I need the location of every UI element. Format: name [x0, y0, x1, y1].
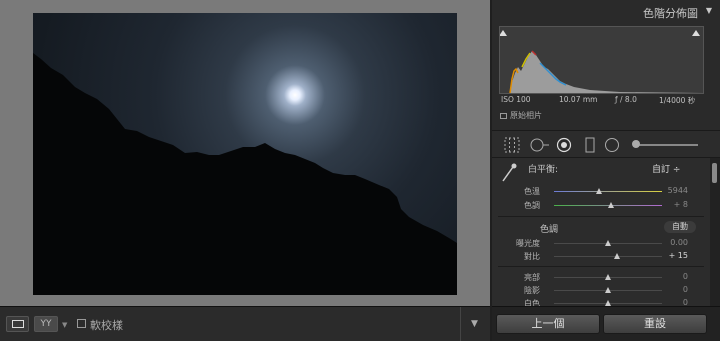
- eyedropper-icon[interactable]: [501, 163, 517, 183]
- white-balance-select[interactable]: 自訂 ÷: [652, 162, 680, 175]
- slider-knob[interactable]: [605, 240, 611, 246]
- previous-button[interactable]: 上一個: [496, 314, 600, 334]
- tint-slider-row[interactable]: 色調 + 8: [492, 200, 710, 211]
- develop-window: YY ▼ 軟校樣 ▼ 色階分佈圖 ▼ ISO 100 10.07 mm ƒ / …: [0, 0, 720, 341]
- slider-knob[interactable]: [613, 253, 620, 259]
- slider-knob[interactable]: [608, 202, 615, 208]
- histogram-title: 色階分佈圖: [643, 7, 698, 20]
- slider-value[interactable]: + 15: [669, 251, 688, 260]
- viewer-toolbar: YY ▼ 軟校樣 ▼: [0, 306, 490, 341]
- slider-label: 陰影: [524, 286, 540, 295]
- slider-label: 亮部: [524, 273, 540, 282]
- aperture-value: ƒ / 8.0: [615, 95, 637, 104]
- slider-label: 對比: [524, 252, 540, 261]
- divider: [498, 266, 704, 267]
- original-photo-label: 原始相片: [510, 111, 542, 120]
- mountain-silhouette: [33, 53, 457, 295]
- soft-proof-checkbox[interactable]: [77, 319, 86, 328]
- spot-removal-icon[interactable]: [530, 137, 550, 153]
- tool-strip: [492, 130, 720, 158]
- contrast-track[interactable]: [554, 256, 662, 257]
- crop-grid-icon[interactable]: [504, 137, 520, 153]
- slider-value[interactable]: 0: [683, 298, 688, 306]
- red-eye-icon[interactable]: [556, 137, 572, 153]
- brush-knob[interactable]: [632, 140, 640, 148]
- triangle-down-icon: ▼: [705, 6, 712, 15]
- slider-value[interactable]: 0: [683, 285, 688, 294]
- photo-viewer: [0, 0, 490, 306]
- temp-slider-row[interactable]: 色溫 5944: [492, 186, 710, 197]
- highlights-slider-row[interactable]: 亮部 0: [492, 272, 710, 283]
- radial-filter-icon[interactable]: [604, 137, 620, 153]
- histogram-chart[interactable]: [499, 26, 704, 94]
- histogram-info: ISO 100 10.07 mm ƒ / 8.0 1/4000 秒: [499, 95, 704, 106]
- exposure-slider-row[interactable]: 曝光度 0.00: [492, 238, 710, 249]
- rectangle-icon: [12, 320, 24, 328]
- toolbar-menu[interactable]: ▼: [460, 307, 490, 341]
- chevron-down-icon[interactable]: ▼: [62, 321, 67, 329]
- original-photo-toggle[interactable]: 原始相片: [500, 110, 542, 121]
- checkbox-icon: [500, 112, 507, 119]
- tone-label: 色調: [540, 225, 559, 235]
- slider-value[interactable]: 0: [683, 272, 688, 281]
- loupe-view-button[interactable]: [6, 316, 29, 332]
- soft-proof-label: 軟校樣: [90, 319, 123, 332]
- temp-track[interactable]: [554, 191, 662, 192]
- brush-slider[interactable]: [638, 144, 698, 146]
- slider-value[interactable]: + 8: [674, 200, 688, 209]
- contrast-slider-row[interactable]: 對比 + 15: [492, 251, 710, 262]
- histogram-header[interactable]: 色階分佈圖 ▼: [492, 0, 720, 24]
- chevron-down-icon: ▼: [471, 319, 478, 329]
- iso-value: ISO 100: [501, 95, 531, 104]
- graduated-filter-icon[interactable]: [582, 137, 598, 153]
- photo-canvas[interactable]: [33, 13, 457, 295]
- right-panel: 色階分佈圖 ▼ ISO 100 10.07 mm ƒ / 8.0 1/4000 …: [492, 0, 720, 341]
- scrollbar-thumb[interactable]: [712, 163, 717, 183]
- auto-tone-button[interactable]: 自動: [664, 221, 696, 233]
- slider-value[interactable]: 5944: [668, 186, 688, 195]
- reset-button[interactable]: 重設: [603, 314, 707, 334]
- slider-label: 白色: [524, 299, 540, 306]
- whites-slider-row[interactable]: 白色 0: [492, 298, 710, 306]
- histogram-graph: [499, 30, 703, 94]
- slider-label: 曝光度: [516, 239, 540, 248]
- shadows-slider-row[interactable]: 陰影 0: [492, 285, 710, 296]
- panel-bottom-bar: 上一個 重設: [492, 306, 720, 341]
- slider-value[interactable]: 0.00: [670, 238, 688, 247]
- slider-knob[interactable]: [605, 287, 611, 293]
- slider-label: 色溫: [524, 187, 540, 196]
- divider: [498, 216, 704, 217]
- slider-knob[interactable]: [596, 188, 603, 194]
- before-after-button[interactable]: YY: [34, 316, 58, 332]
- shutter-speed: 1/4000 秒: [659, 96, 696, 105]
- focal-length: 10.07 mm: [559, 95, 598, 104]
- white-balance-label: 白平衡:: [528, 165, 559, 175]
- panel-scrollbar[interactable]: [710, 158, 720, 306]
- basic-panel: 白平衡: 自訂 ÷ 色溫 5944 色調 + 8 色調 自動 曝光度 0.00 …: [492, 158, 710, 306]
- slider-knob[interactable]: [605, 274, 611, 280]
- slider-label: 色調: [524, 201, 540, 210]
